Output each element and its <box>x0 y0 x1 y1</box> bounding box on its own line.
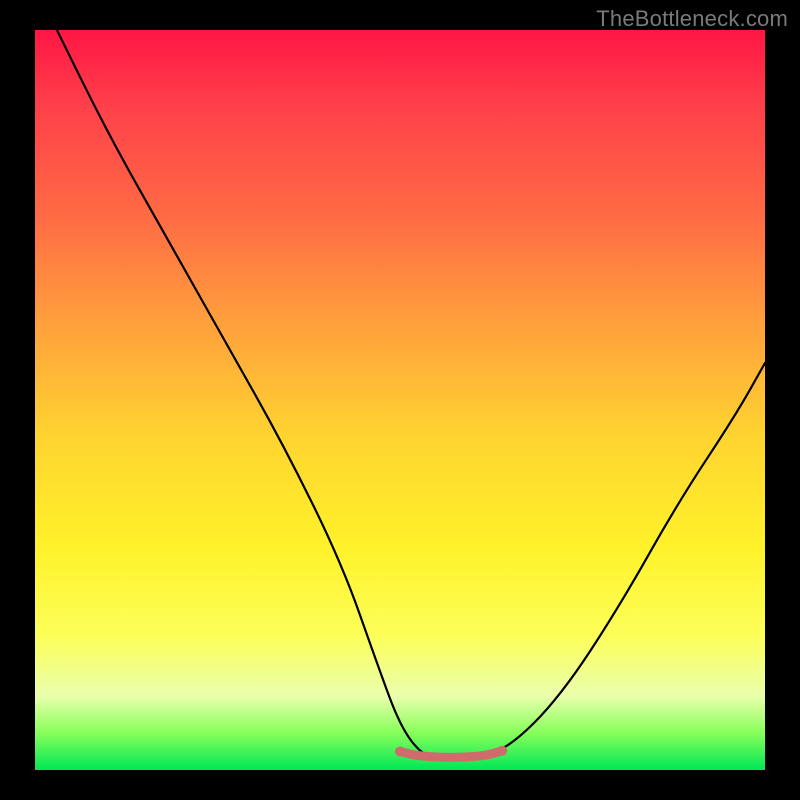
flat-bottom-segment <box>400 751 502 758</box>
chart-svg <box>35 30 765 770</box>
flat-segment-end-dot <box>497 746 507 756</box>
plot-area <box>35 30 765 770</box>
flat-segment-start-dot <box>395 747 405 757</box>
bottleneck-curve-line <box>57 30 765 759</box>
watermark-text: TheBottleneck.com <box>596 6 788 32</box>
chart-container: TheBottleneck.com <box>0 0 800 800</box>
